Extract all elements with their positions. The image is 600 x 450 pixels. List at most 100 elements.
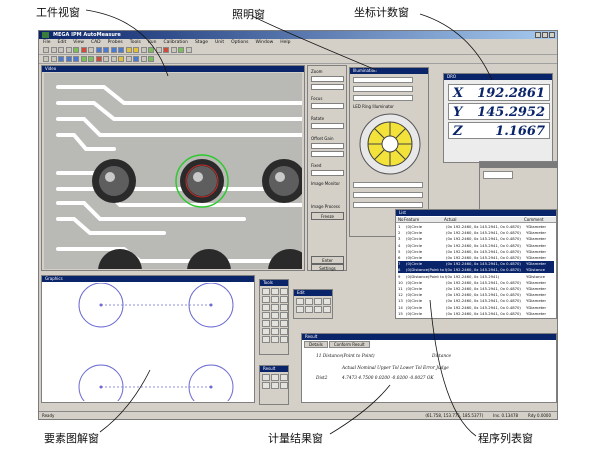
menu-edit[interactable]: Edit (58, 39, 67, 46)
illum-slider-1[interactable] (353, 77, 413, 83)
menu-help[interactable]: Help (280, 39, 290, 46)
edit-up-icon[interactable] (296, 306, 304, 313)
ref-icon[interactable] (140, 56, 147, 62)
menu-run[interactable]: Run (148, 39, 157, 46)
tool-distance-icon[interactable] (262, 304, 270, 311)
tool-datum-icon[interactable] (280, 328, 288, 335)
tool-point-icon[interactable] (262, 288, 270, 295)
menu-calibration[interactable]: Calibration (163, 39, 187, 46)
tool-circle-icon[interactable] (280, 288, 288, 295)
program-list-row[interactable]: 13 (0)Circle (0x 192.2460, 0x 145.2941, 0x… (398, 298, 554, 304)
grid-icon[interactable] (170, 47, 177, 53)
program-list-row[interactable]: 5 (0)Circle (0x 192.2460, 0x 145.2941, 0x … (398, 249, 554, 255)
led-ring-illuminator[interactable] (358, 112, 422, 176)
fixed-select[interactable] (311, 170, 344, 176)
delete-icon[interactable] (95, 56, 102, 62)
col-no[interactable]: No (396, 217, 404, 222)
edit-paste-icon[interactable] (314, 298, 322, 305)
program-list-row[interactable]: 11 (0)Circle (0x 192.2460, 0x 145.2941, 0x… (398, 286, 554, 292)
point-icon[interactable] (95, 47, 102, 53)
zoom-slider[interactable] (311, 76, 344, 82)
edit-props-icon[interactable] (323, 306, 331, 313)
col-comment[interactable]: Comment (524, 217, 554, 222)
enter-button[interactable]: Enter (311, 256, 344, 264)
tool-align-icon[interactable] (271, 328, 279, 335)
zoom-field[interactable] (311, 84, 344, 90)
tool-arc-icon[interactable] (262, 296, 270, 303)
illum-slider-3[interactable] (353, 95, 413, 101)
menu-cad[interactable]: CAD (91, 39, 101, 46)
tool-rect-icon[interactable] (262, 312, 270, 319)
tool-angle-icon[interactable] (271, 304, 279, 311)
menu-view[interactable]: View (73, 39, 84, 46)
illum-slider-6[interactable] (353, 202, 423, 208)
origin-icon[interactable] (125, 56, 132, 62)
measure-icon[interactable] (88, 56, 94, 62)
axis-icon[interactable] (133, 56, 139, 62)
tool-width-icon[interactable] (280, 320, 288, 327)
freeze-button[interactable]: Freeze (311, 212, 344, 220)
tool-slot-icon[interactable] (280, 304, 288, 311)
tab-conform-result[interactable]: Conform Result (328, 341, 370, 348)
home-icon[interactable] (148, 56, 154, 62)
settings-button[interactable]: Settings (311, 264, 344, 271)
menu-window[interactable]: Window (256, 39, 274, 46)
program-list-row[interactable]: 12 (0)Circle (0x 192.2460, 0x 145.2941, 0x… (398, 292, 554, 298)
probe-icon[interactable] (163, 47, 169, 53)
program-list-row[interactable]: 6 (0)Circle (0x 192.2460, 0x 145.2941, 0x … (398, 255, 554, 261)
run-icon[interactable] (73, 47, 79, 53)
result-table-icon[interactable] (262, 374, 270, 381)
col-feature[interactable]: Feature (404, 217, 444, 222)
menu-unit[interactable]: Unit (215, 39, 224, 46)
result-print-icon[interactable] (280, 374, 288, 381)
tool-edge-icon[interactable] (271, 320, 279, 327)
zoom-icon[interactable] (140, 47, 147, 53)
stop-icon[interactable] (80, 47, 87, 53)
tool-tan-icon[interactable] (280, 336, 288, 343)
program-list-row[interactable]: 1 (0)Circle (0x 192.2460, 0x 145.2941, 0x … (398, 224, 554, 230)
tool-origin-icon[interactable] (262, 328, 270, 335)
edit-cut-icon[interactable] (296, 298, 304, 305)
graphics-canvas[interactable] (43, 283, 253, 401)
video-image[interactable] (44, 73, 302, 269)
program-list-row[interactable]: 7 (0)Circle (0x 192.2460, 0x 145.2941, 0x … (398, 261, 554, 268)
menu-stage[interactable]: Stage (195, 39, 208, 46)
rotate-field[interactable] (311, 123, 344, 129)
illum-slider-5[interactable] (353, 192, 423, 198)
program-list-row[interactable]: 10 (0)Circle (0x 192.2460, 0x 145.2941, 0x… (398, 280, 554, 286)
edit-insert-icon[interactable] (314, 306, 322, 313)
auxiliary-field[interactable] (483, 171, 513, 179)
angle-icon[interactable] (133, 47, 139, 53)
result-export-icon[interactable] (262, 382, 270, 389)
result-tol-icon[interactable] (280, 382, 288, 389)
edit-copy-icon[interactable] (305, 298, 313, 305)
new-icon[interactable] (43, 47, 49, 53)
redo-icon[interactable] (110, 56, 117, 62)
circle-icon[interactable] (110, 47, 117, 53)
program-list-row[interactable]: 15 (0)Circle (0x 192.2460, 0x 145.2941, 0x… (398, 311, 554, 317)
tool-plane-icon[interactable] (271, 296, 279, 303)
program-list-row[interactable]: 9 (0)Distance(Point to Poi...(0x 192.2460… (398, 274, 554, 280)
program-list-row[interactable]: 14 (0)Circle (0x 192.2460, 0x 145.2941, 0x… (398, 305, 554, 311)
illum-slider-2[interactable] (353, 86, 413, 92)
tool-mid-icon[interactable] (271, 336, 279, 343)
tool-ellipse-icon[interactable] (280, 296, 288, 303)
line-icon[interactable] (103, 47, 109, 53)
edit-delete-icon[interactable] (323, 298, 331, 305)
rect-icon[interactable] (65, 56, 72, 62)
offset-slider[interactable] (311, 143, 344, 149)
illum-slider-4[interactable] (353, 182, 423, 188)
tool-intersect-icon[interactable] (262, 336, 270, 343)
focus-icon[interactable] (148, 47, 154, 53)
program-list-row[interactable]: 2 (0)Circle (0x 192.2460, 0x 145.2941, 0x … (398, 230, 554, 236)
maximize-button[interactable] (542, 32, 548, 38)
program-list-row[interactable]: 4 (0)Circle (0x 192.2460, 0x 145.2941, 0x … (398, 243, 554, 249)
tool-cone-icon[interactable] (271, 312, 279, 319)
distance-icon[interactable] (125, 47, 132, 53)
gain-slider[interactable] (311, 151, 344, 157)
program-list-row[interactable]: 3 (0)Circle (0x 192.2460, 0x 145.2941, 0x … (398, 236, 554, 242)
result-chart-icon[interactable] (271, 374, 279, 381)
program-list-row[interactable]: 8 (0)Distance(Point to Point)(0x 192.2460… (398, 267, 554, 274)
select-icon[interactable] (43, 56, 49, 62)
tab-details[interactable]: Details (304, 341, 328, 348)
